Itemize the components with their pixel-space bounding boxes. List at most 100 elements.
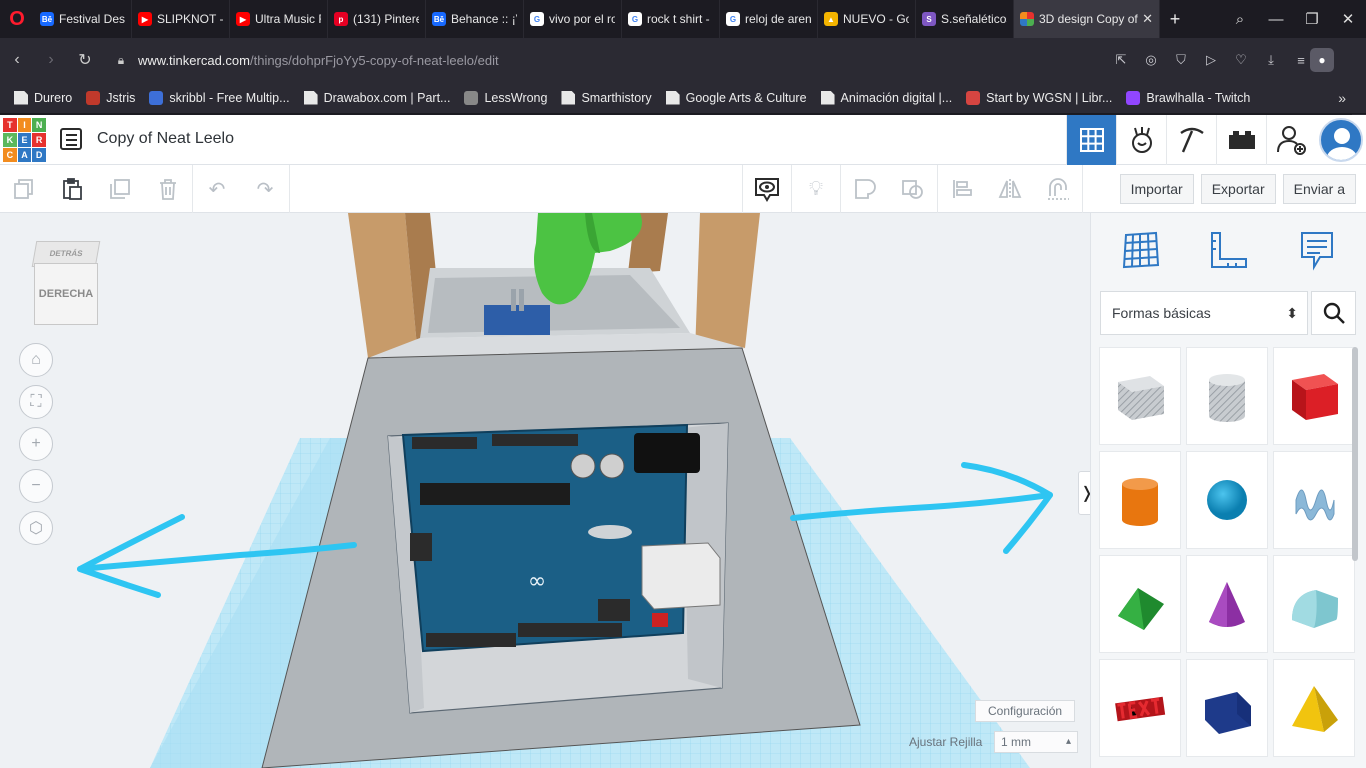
shapes-scrollbar[interactable]: [1352, 347, 1358, 561]
shape-scribble[interactable]: [1273, 451, 1355, 549]
bookmark-item[interactable]: Start by WGSN | Libr...: [966, 90, 1112, 105]
bookmark-item[interactable]: Durero: [14, 90, 72, 105]
snap-grid-select[interactable]: 1 mm: [994, 731, 1078, 753]
workplane-tool-button[interactable]: [1116, 225, 1166, 275]
design-list-icon[interactable]: [60, 128, 82, 150]
browser-tab[interactable]: ▶ Ultra Music F: [230, 0, 328, 38]
ruler-tool-button[interactable]: [1204, 225, 1254, 275]
invite-user-button[interactable]: [1266, 115, 1316, 165]
minimize-button[interactable]: —: [1258, 11, 1294, 28]
shape-box-hole[interactable]: [1099, 347, 1181, 445]
shape-roof[interactable]: [1099, 555, 1181, 653]
camera-icon[interactable]: ◎: [1136, 52, 1166, 68]
browser-tab[interactable]: Grock t shirt -: [622, 0, 720, 38]
bookmark-item[interactable]: LessWrong: [464, 90, 547, 105]
settings-button[interactable]: Configuración: [975, 700, 1076, 722]
browser-tab[interactable]: Bē Festival Desig: [34, 0, 132, 38]
search-tabs-icon[interactable]: ⌕: [1222, 11, 1258, 28]
bookmark-item[interactable]: Google Arts & Culture: [665, 90, 807, 105]
heart-icon[interactable]: ♡: [1226, 52, 1256, 68]
browser-tab[interactable]: ▲ NUEVO - Go: [818, 0, 916, 38]
export-button[interactable]: Exportar: [1200, 174, 1276, 204]
profile-icon[interactable]: ●: [1310, 48, 1334, 72]
shape-text[interactable]: [1099, 659, 1181, 757]
minecraft-view-button[interactable]: [1166, 115, 1216, 165]
restore-button[interactable]: ❐: [1294, 10, 1330, 28]
zoom-out-button[interactable]: −: [19, 469, 53, 503]
shape-search-button[interactable]: [1311, 291, 1356, 335]
shape-pyramid[interactable]: [1273, 659, 1355, 757]
tab-active[interactable]: 3D design Copy of ✕: [1014, 0, 1160, 38]
tinkercad-logo[interactable]: TIN KER CAD: [3, 118, 46, 162]
shape-round-roof[interactable]: [1273, 555, 1355, 653]
delete-button[interactable]: [144, 165, 192, 213]
view-cube[interactable]: DETRÁS DERECHA: [31, 241, 101, 327]
browser-tab[interactable]: ▶ SLIPKNOT - |: [132, 0, 230, 38]
group-button[interactable]: [841, 165, 889, 213]
share-icon[interactable]: ⇱: [1106, 52, 1136, 68]
shape-cylinder-hole[interactable]: [1186, 347, 1268, 445]
group-icon: [855, 179, 876, 199]
url-field[interactable]: www.tinkercad.com/things/dohprFjoYy5-cop…: [138, 53, 499, 68]
bookmark-item[interactable]: Animación digital |...: [820, 90, 952, 105]
bookmark-item[interactable]: skribbl - Free Multip...: [149, 90, 290, 105]
lock-icon[interactable]: 🔒︎: [110, 53, 132, 68]
shape-box[interactable]: [1273, 347, 1355, 445]
shape-cone[interactable]: [1186, 555, 1268, 653]
bookmarks-more-button[interactable]: »: [1338, 82, 1346, 114]
arduino-board[interactable]: ∞: [401, 423, 721, 653]
browser-tab[interactable]: Greloj de aren: [720, 0, 818, 38]
browser-tab[interactable]: Bē Behance :: ¡V: [426, 0, 524, 38]
workplane-canvas[interactable]: ∞ DETRÁS DERECHA ⌂ ⛶ + − ⬡ Configuración…: [0, 213, 1090, 768]
bookmark-item[interactable]: Brawlhalla - Twitch: [1126, 90, 1250, 105]
new-tab-button[interactable]: +: [1160, 9, 1190, 30]
3d-design-view-button[interactable]: [1066, 115, 1116, 165]
tab-label: rock t shirt -: [647, 12, 710, 26]
3d-scene[interactable]: ∞: [0, 213, 1090, 768]
back-button[interactable]: ‹: [0, 51, 34, 69]
mirror-button[interactable]: [986, 165, 1034, 213]
undo-button[interactable]: ↶: [193, 165, 241, 213]
shape-cylinder[interactable]: [1099, 451, 1181, 549]
browser-tab[interactable]: S S.señaléticos: [916, 0, 1014, 38]
shape-polygon[interactable]: [1186, 659, 1268, 757]
send-icon[interactable]: ▷: [1196, 52, 1226, 68]
browser-tab[interactable]: Gvivo por el ro: [524, 0, 622, 38]
notes-tool-button[interactable]: [1292, 225, 1342, 275]
bookmark-item[interactable]: Jstris: [86, 90, 135, 105]
redo-button[interactable]: ↷: [241, 165, 289, 213]
notes-button[interactable]: 💡︎: [792, 165, 840, 213]
forward-button[interactable]: ›: [34, 51, 68, 69]
blocks-view-button[interactable]: [1116, 115, 1166, 165]
download-icon[interactable]: ⤓: [1256, 52, 1286, 68]
shape-category-select[interactable]: Formas básicas: [1100, 291, 1308, 335]
shape-sphere[interactable]: [1186, 451, 1268, 549]
show-all-button[interactable]: [743, 165, 791, 213]
copy-button[interactable]: [0, 165, 48, 213]
send-to-button[interactable]: Enviar a: [1282, 174, 1356, 204]
paste-button[interactable]: [48, 165, 96, 213]
opera-logo-icon[interactable]: O: [0, 0, 34, 38]
align-button[interactable]: [938, 165, 986, 213]
ungroup-button[interactable]: [889, 165, 937, 213]
reload-button[interactable]: ↻: [68, 50, 102, 70]
browser-tab[interactable]: p (131) Pinterest: [328, 0, 426, 38]
ortho-view-button[interactable]: ⬡: [19, 511, 53, 545]
close-tab-icon[interactable]: ✕: [1142, 11, 1153, 27]
duplicate-button[interactable]: [96, 165, 144, 213]
duplicate-icon: [110, 179, 130, 199]
bookmark-item[interactable]: Smarthistory: [561, 90, 652, 105]
user-avatar[interactable]: [1316, 115, 1366, 165]
view-cube-face[interactable]: DERECHA: [34, 263, 98, 325]
design-title[interactable]: Copy of Neat Leelo: [97, 130, 234, 148]
import-button[interactable]: Importar: [1119, 174, 1194, 204]
fit-view-button[interactable]: ⛶: [19, 385, 53, 419]
cruise-button[interactable]: [1034, 165, 1082, 213]
bookmarks-bar: Durero Jstris skribbl - Free Multip... Draw…: [0, 82, 1366, 114]
shield-icon[interactable]: ⛉: [1166, 52, 1196, 68]
lego-view-button[interactable]: [1216, 115, 1266, 165]
bookmark-item[interactable]: Drawabox.com | Part...: [303, 90, 450, 105]
home-view-button[interactable]: ⌂: [19, 343, 53, 377]
close-window-button[interactable]: ✕: [1330, 10, 1366, 28]
zoom-in-button[interactable]: +: [19, 427, 53, 461]
